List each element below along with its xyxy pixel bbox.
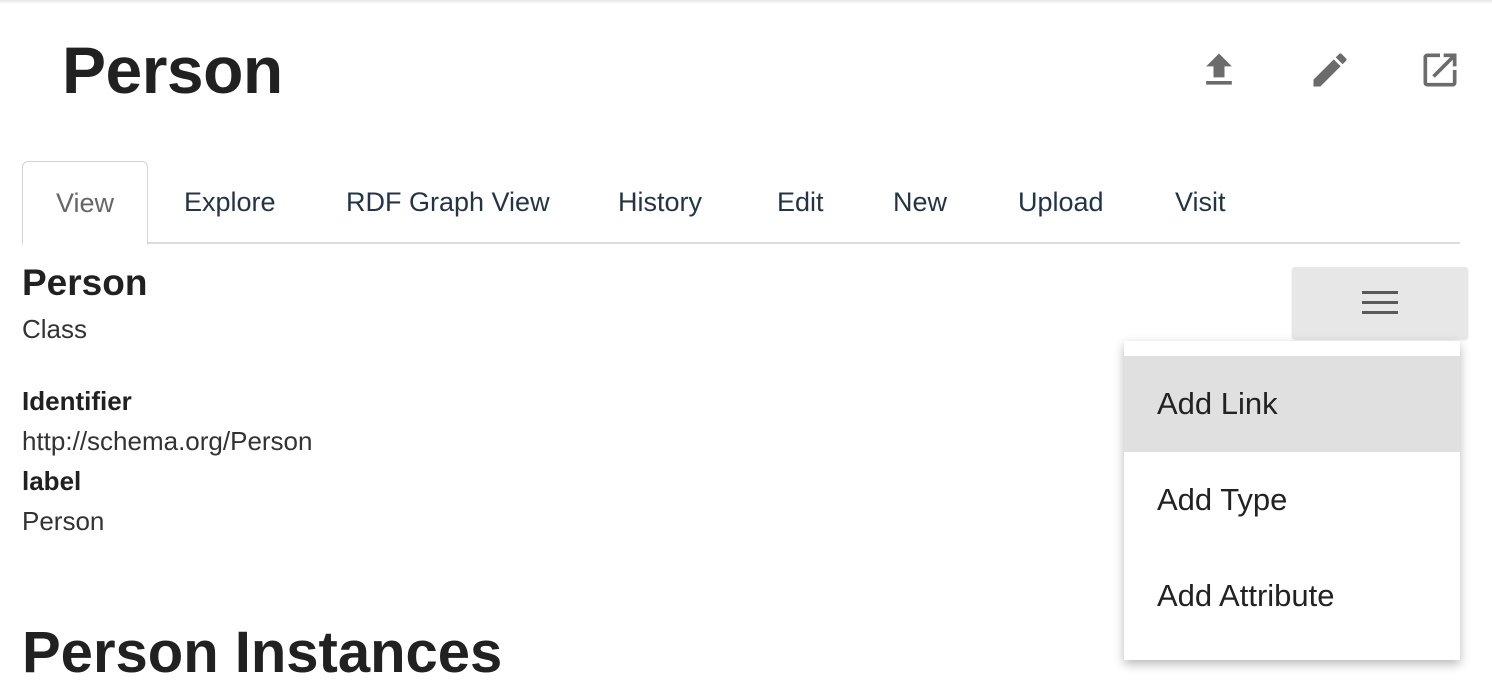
menu-item-add-link[interactable]: Add Link: [1124, 356, 1460, 452]
property-label-label: label: [22, 466, 82, 496]
tab-rdf-graph-view[interactable]: RDF Graph View: [346, 161, 550, 242]
menu-item-add-attribute[interactable]: Add Attribute: [1124, 548, 1460, 644]
menu-item-add-type[interactable]: Add Type: [1124, 452, 1460, 548]
property-value-label: Person: [22, 506, 105, 536]
tab-view[interactable]: View: [22, 161, 148, 246]
page-title: Person: [62, 33, 283, 107]
tab-bar: View Explore RDF Graph View History Edit…: [22, 161, 1460, 246]
tab-new[interactable]: New: [893, 161, 947, 242]
tab-explore[interactable]: Explore: [184, 161, 276, 242]
tab-upload[interactable]: Upload: [1018, 161, 1104, 242]
tab-history[interactable]: History: [618, 161, 702, 242]
property-label-identifier: Identifier: [22, 386, 132, 416]
property-value-identifier: http://schema.org/Person: [22, 426, 313, 456]
actions-menu-button[interactable]: [1292, 267, 1468, 339]
top-shadow: [0, 0, 1492, 4]
open-in-new-icon[interactable]: [1418, 48, 1462, 92]
hamburger-menu-icon: [1362, 291, 1398, 314]
resource-name: Person: [22, 262, 148, 303]
actions-dropdown-menu: Add Link Add Type Add Attribute: [1124, 341, 1460, 660]
upload-icon[interactable]: [1197, 48, 1241, 92]
pencil-icon[interactable]: [1308, 48, 1352, 92]
tab-bar-underline: [22, 242, 1460, 244]
resource-type: Class: [22, 314, 88, 344]
tab-visit[interactable]: Visit: [1175, 161, 1226, 242]
tab-edit[interactable]: Edit: [777, 161, 824, 242]
instances-title: Person Instances: [22, 620, 503, 685]
